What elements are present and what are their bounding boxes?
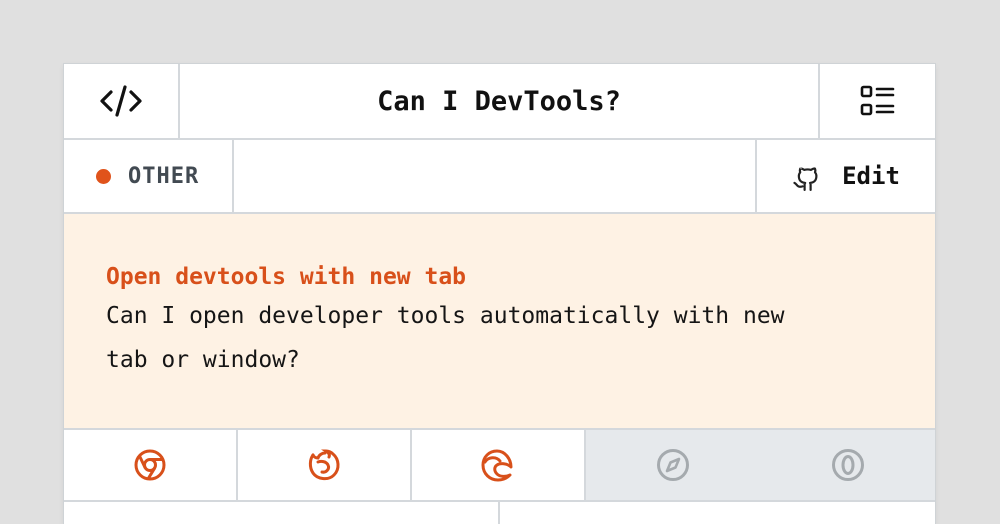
opera-icon [831,449,864,481]
menu-button[interactable] [818,64,935,138]
code-icon [100,85,142,117]
edit-button[interactable]: Edit [755,140,935,212]
browser-firefox[interactable] [238,430,412,500]
safari-icon [657,449,689,481]
category-tag[interactable]: OTHER [64,140,234,212]
feature-panel: Open devtools with new tab Can I open de… [64,214,935,430]
page-title: Can I DevTools? [377,85,621,117]
meta-spacer [234,140,755,212]
browser-chrome[interactable] [64,430,238,500]
list-menu-icon [860,85,894,116]
github-icon [793,167,818,191]
category-dot [96,168,111,184]
edit-label: Edit [842,162,900,190]
feature-title[interactable]: Open devtools with new tab [106,260,896,294]
meta-bar: OTHER Edit [64,140,935,214]
firefox-icon [308,449,340,481]
next-row [64,502,935,524]
browser-support-row [64,430,935,502]
browser-opera[interactable] [760,430,935,500]
category-label: OTHER [128,163,200,189]
code-button[interactable] [64,64,180,138]
edge-icon [481,449,513,482]
browser-edge[interactable] [412,430,586,500]
chrome-icon [134,449,166,481]
browser-safari[interactable] [586,430,760,500]
feature-description-line-1: Can I open developer tools automatically… [106,303,785,329]
feature-description-line-2: tab or window? [106,347,300,373]
header-bar: Can I DevTools? [64,64,935,140]
next-row-left [64,502,500,524]
feature-card: Can I DevTools? OTHER Edit Open devtools… [64,64,935,524]
